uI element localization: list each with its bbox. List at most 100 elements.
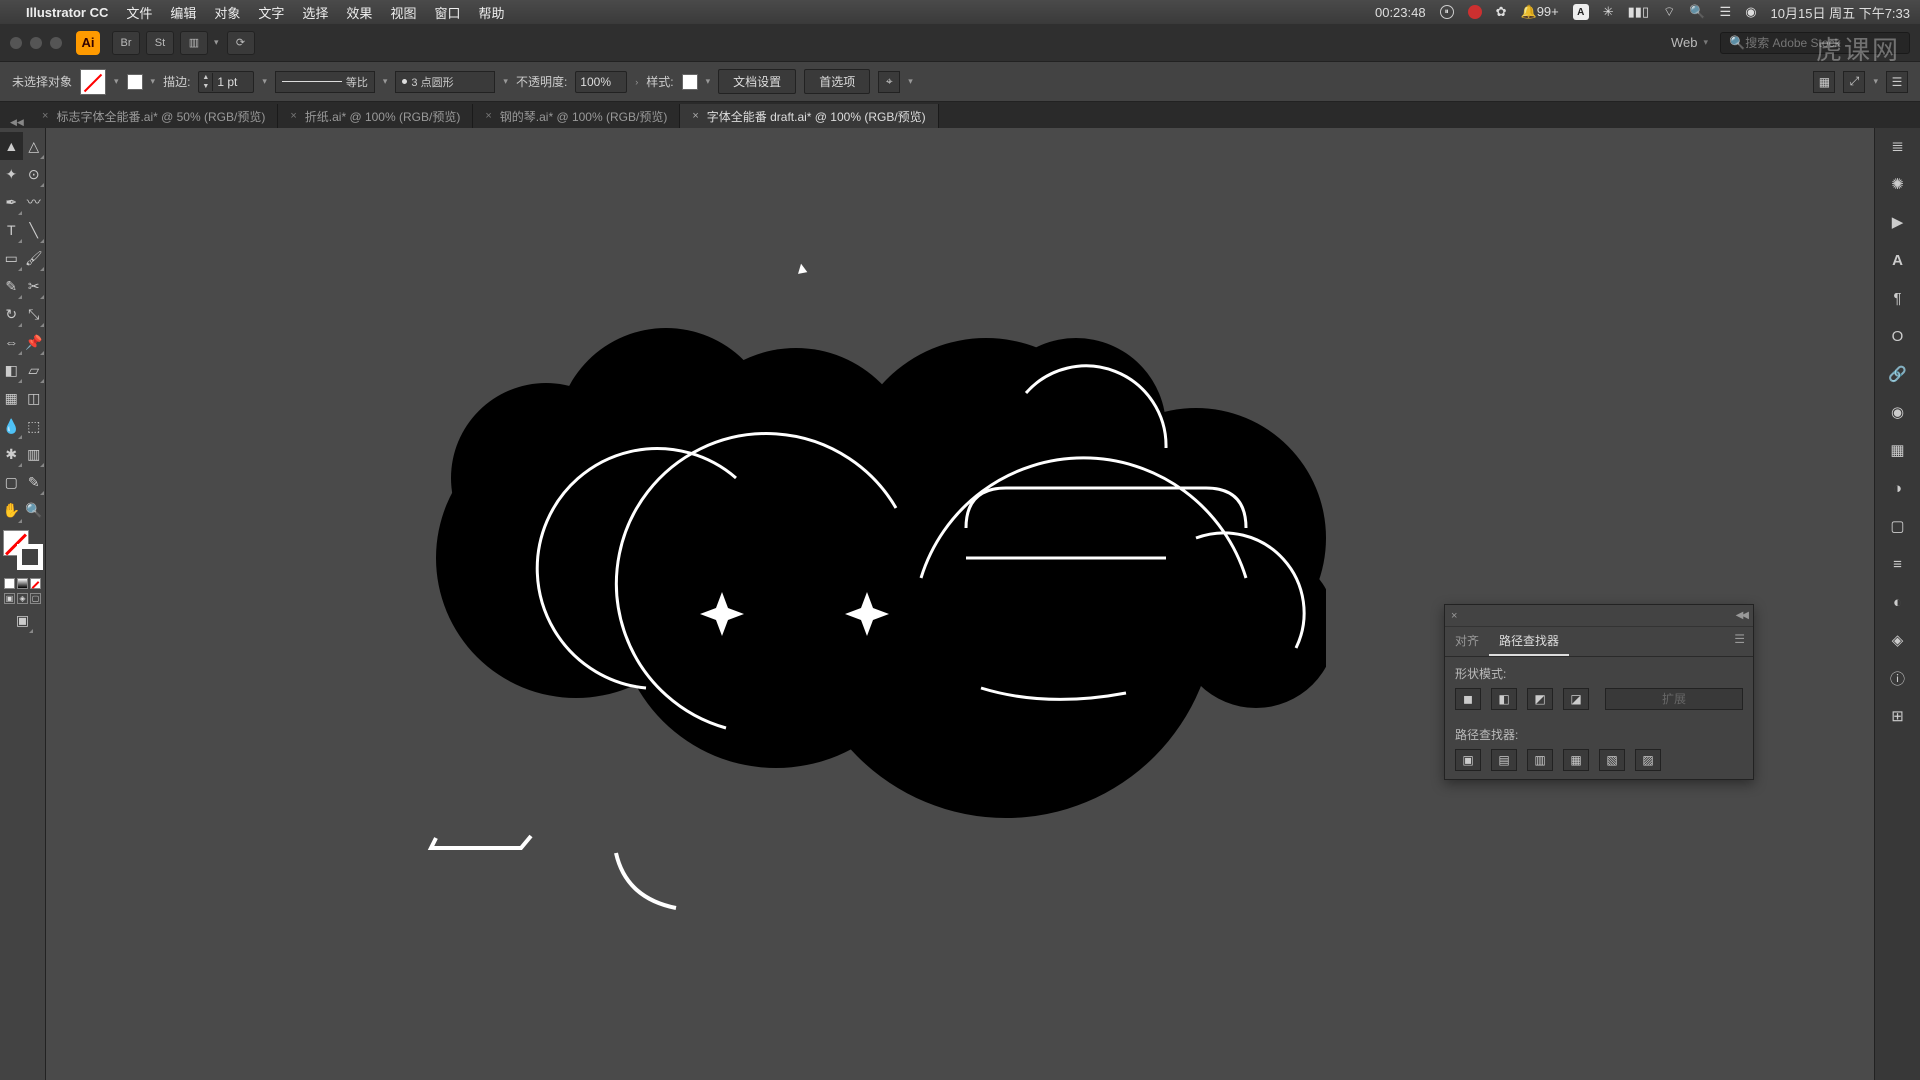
divide-button[interactable]: ▣	[1455, 749, 1481, 771]
width-tool[interactable]: ⇔	[0, 328, 23, 356]
color-panel-icon[interactable]: ✺	[1886, 172, 1910, 196]
screen-mode-tool[interactable]: ▣	[11, 606, 34, 634]
tab-pathfinder[interactable]: 路径查找器	[1489, 627, 1569, 656]
chevron-right-icon[interactable]: ›	[635, 77, 638, 87]
notification-icon[interactable]: 🔔99+	[1521, 4, 1559, 20]
shape-builder-tool[interactable]: ◧	[0, 356, 23, 384]
menu-edit[interactable]: 编辑	[170, 3, 196, 22]
menu-select[interactable]: 选择	[302, 3, 328, 22]
pathfinder-panel[interactable]: × ◀◀ 对齐 路径查找器 ☰ 形状模式: ◼ ◧ ◩ ◪ 扩展 路径查找器:	[1444, 604, 1754, 780]
stroke-weight-stepper[interactable]: ▲▼	[198, 71, 254, 93]
menu-help[interactable]: 帮助	[478, 3, 504, 22]
collapse-icon[interactable]: ◀◀	[1736, 610, 1747, 621]
document-profile-dropdown[interactable]: Web ▾	[1671, 35, 1708, 50]
slice-tool[interactable]: ✎	[23, 468, 46, 496]
magic-wand-tool[interactable]: ✦	[0, 160, 23, 188]
pause-icon[interactable]: ⏸	[1440, 5, 1454, 19]
canvas[interactable]: ▲ × ◀◀ 对齐 路径查找器 ☰ 形状模式: ◼ ◧ ◩ ◪ 扩展	[46, 128, 1874, 1080]
chevron-down-icon[interactable]: ▾	[908, 76, 913, 87]
app-name[interactable]: Illustrator CC	[26, 5, 108, 20]
scale-tool[interactable]: ⤡	[23, 300, 46, 328]
color-guide-panel-icon[interactable]: ◑	[1886, 476, 1910, 500]
pen-tool[interactable]: ✒	[0, 188, 23, 216]
appearance-panel-icon[interactable]: ◉	[1886, 400, 1910, 424]
input-method-icon[interactable]: A	[1573, 4, 1589, 20]
crop-button[interactable]: ▦	[1563, 749, 1589, 771]
links-panel-icon[interactable]: 🔗	[1886, 362, 1910, 386]
chevron-down-icon[interactable]: ▾	[262, 76, 267, 87]
battery-icon[interactable]: ▮▮▯	[1628, 4, 1649, 20]
chevron-down-icon[interactable]: ▾	[503, 76, 508, 87]
selection-tool[interactable]: ▲	[0, 132, 23, 160]
paragraph-panel-icon[interactable]: ¶	[1886, 286, 1910, 310]
panel-collapse-icon[interactable]: ◀◀	[10, 117, 24, 128]
eyedropper-tool[interactable]: 💧	[0, 412, 23, 440]
style-swatch[interactable]	[682, 74, 698, 90]
outline-button[interactable]: ▧	[1599, 749, 1625, 771]
arrange-button[interactable]: ▥	[180, 31, 208, 55]
close-icon[interactable]: ×	[290, 110, 296, 122]
blend-tool[interactable]: ⬚	[23, 412, 46, 440]
opacity-input[interactable]	[576, 75, 626, 89]
eraser-tool[interactable]: ✂	[23, 272, 46, 300]
chevron-down-icon[interactable]: ▾	[706, 76, 711, 87]
menu-type[interactable]: 文字	[258, 3, 284, 22]
rotate-tool[interactable]: ↻	[0, 300, 23, 328]
intersect-button[interactable]: ◩	[1527, 688, 1553, 710]
isolate-button[interactable]: ▦	[1813, 71, 1835, 93]
bluetooth-icon[interactable]: ✳	[1603, 4, 1614, 20]
perspective-tool[interactable]: ▱	[23, 356, 46, 384]
stock-button[interactable]: St	[146, 31, 174, 55]
preferences-button[interactable]: 首选项	[804, 69, 870, 94]
gradient-tool[interactable]: ◫	[23, 384, 46, 412]
menu-window[interactable]: 窗口	[434, 3, 460, 22]
chevron-down-icon[interactable]: ▾	[1873, 76, 1878, 87]
symbol-sprayer-tool[interactable]: ✱	[0, 440, 23, 468]
record-icon[interactable]	[1468, 5, 1482, 19]
opacity-field[interactable]	[575, 71, 627, 93]
wifi-icon[interactable]: ⌔	[1663, 4, 1675, 20]
clock-text[interactable]: 10月15日 周五 下午7:33	[1771, 3, 1910, 22]
bridge-button[interactable]: Br	[112, 31, 140, 55]
properties-panel-icon[interactable]: ≣	[1886, 134, 1910, 158]
character-panel-icon[interactable]: A	[1886, 248, 1910, 272]
minus-front-button[interactable]: ◧	[1491, 688, 1517, 710]
close-icon[interactable]: ×	[42, 110, 48, 122]
menu-object[interactable]: 对象	[214, 3, 240, 22]
wechat-icon[interactable]: ✿	[1496, 4, 1507, 20]
gpu-button[interactable]: ⟳	[227, 31, 255, 55]
spotlight-icon[interactable]: 🔍	[1689, 4, 1705, 20]
menu-effect[interactable]: 效果	[346, 3, 372, 22]
graph-tool[interactable]: ▥	[23, 440, 46, 468]
panel-menu-icon[interactable]: ☰	[1726, 627, 1753, 656]
stroke-type-dropdown[interactable]: 等比	[275, 71, 375, 93]
transform-button[interactable]: ⤢	[1843, 71, 1865, 93]
close-icon[interactable]: ×	[1451, 610, 1457, 622]
tab-align[interactable]: 对齐	[1445, 627, 1489, 656]
document-tab[interactable]: ×标志字体全能番.ai* @ 50% (RGB/预览)	[30, 104, 278, 128]
gradient-panel-icon[interactable]: ◐	[1886, 590, 1910, 614]
minus-back-button[interactable]: ▨	[1635, 749, 1661, 771]
document-tab[interactable]: ×折纸.ai* @ 100% (RGB/预览)	[278, 104, 473, 128]
search-input[interactable]	[1745, 36, 1895, 50]
fill-stroke-swatch[interactable]	[3, 530, 43, 570]
stroke-weight-input[interactable]	[213, 75, 253, 89]
info-panel-icon[interactable]: ⓘ	[1886, 666, 1910, 690]
unite-button[interactable]: ◼	[1455, 688, 1481, 710]
panel-menu-button[interactable]: ☰	[1886, 71, 1908, 93]
actions-panel-icon[interactable]: ▶	[1886, 210, 1910, 234]
lasso-tool[interactable]: ⊙	[23, 160, 46, 188]
opentype-panel-icon[interactable]: O	[1886, 324, 1910, 348]
chevron-down-icon[interactable]: ▾	[383, 76, 388, 87]
document-tab[interactable]: ×字体全能番 draft.ai* @ 100% (RGB/预览)	[680, 104, 938, 128]
layers-panel-icon[interactable]: ◈	[1886, 628, 1910, 652]
exclude-button[interactable]: ◪	[1563, 688, 1589, 710]
control-center-icon[interactable]: ☰	[1720, 4, 1732, 20]
chevron-down-icon[interactable]: ▾	[151, 76, 156, 87]
chevron-down-icon[interactable]: ▾	[114, 76, 119, 87]
fill-swatch[interactable]	[80, 69, 106, 95]
stroke-swatch[interactable]	[127, 74, 143, 90]
shaper-tool[interactable]: ✎	[0, 272, 23, 300]
hand-tool[interactable]: ✋	[0, 496, 23, 524]
siri-icon[interactable]: ◉	[1745, 4, 1756, 20]
